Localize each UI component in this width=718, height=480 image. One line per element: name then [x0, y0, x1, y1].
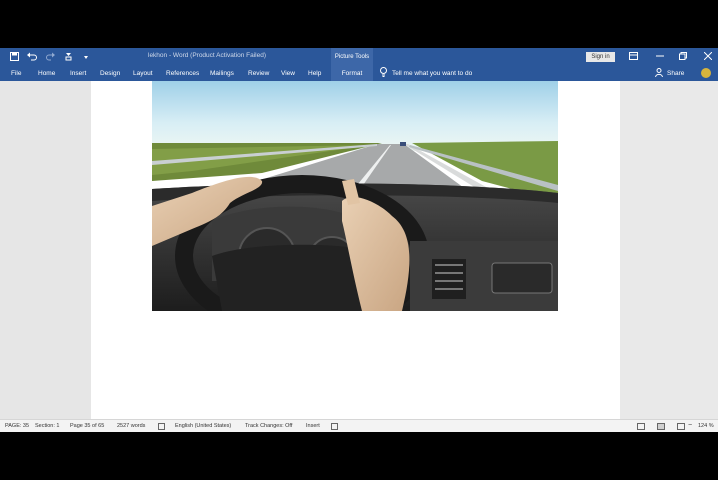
touch-mode-icon[interactable] [62, 51, 74, 62]
lightbulb-icon [380, 67, 387, 79]
save-icon[interactable] [8, 51, 20, 62]
tab-file[interactable]: File [11, 65, 21, 81]
print-layout-icon[interactable] [657, 423, 665, 430]
web-layout-icon[interactable] [677, 423, 685, 430]
tab-layout[interactable]: Layout [133, 65, 153, 81]
tab-mailings[interactable]: Mailings [210, 65, 234, 81]
zoom-out-icon[interactable]: − [688, 422, 692, 429]
picture-tools-context-label: Picture Tools [331, 48, 373, 65]
status-word-count[interactable]: 2527 words [117, 423, 145, 429]
tab-view[interactable]: View [281, 65, 295, 81]
read-mode-icon[interactable] [637, 423, 645, 430]
ribbon-tabs: File Home Insert Design Layout Reference… [0, 65, 718, 81]
tell-me-search[interactable]: Tell me what you want to do [380, 65, 472, 81]
status-mode[interactable]: Insert [306, 423, 320, 429]
status-bar: PAGE: 35 Section: 1 Page 35 of 65 2527 w… [0, 419, 718, 432]
close-icon[interactable] [703, 51, 713, 62]
tab-review[interactable]: Review [248, 65, 269, 81]
status-page[interactable]: PAGE: 35 [5, 423, 29, 429]
minimize-icon[interactable] [656, 52, 664, 62]
tab-home[interactable]: Home [38, 65, 55, 81]
redo-icon[interactable] [44, 51, 56, 62]
tab-format[interactable]: Format [331, 65, 373, 81]
ribbon-display-options-icon[interactable] [629, 52, 638, 62]
macro-recording-icon[interactable] [331, 423, 338, 430]
zoom-level[interactable]: 124 % [698, 423, 714, 429]
driving-car-photo[interactable] [152, 81, 558, 311]
document-margin-area [620, 81, 718, 419]
window-title: lekhon - Word (Product Activation Failed… [148, 52, 267, 59]
word-window: lekhon - Word (Product Activation Failed… [0, 48, 718, 432]
status-section[interactable]: Section: 1 [35, 423, 59, 429]
tab-help[interactable]: Help [308, 65, 321, 81]
title-bar: lekhon - Word (Product Activation Failed… [0, 48, 718, 65]
tab-references[interactable]: References [166, 65, 199, 81]
status-track-changes[interactable]: Track Changes: Off [245, 423, 292, 429]
tab-insert[interactable]: Insert [70, 65, 86, 81]
tab-design[interactable]: Design [100, 65, 120, 81]
status-language[interactable]: English (United States) [175, 423, 231, 429]
status-page-of[interactable]: Page 35 of 65 [70, 423, 104, 429]
share-person-icon [655, 67, 664, 79]
tell-me-label: Tell me what you want to do [392, 69, 473, 77]
sign-in-button[interactable]: Sign in [586, 52, 615, 62]
customize-icon[interactable] [80, 51, 92, 62]
undo-icon[interactable] [26, 51, 38, 62]
share-label: Share [667, 69, 685, 77]
proofing-icon[interactable] [158, 423, 165, 430]
quick-access-toolbar [8, 51, 92, 62]
share-button[interactable]: Share [655, 65, 684, 81]
restore-icon[interactable] [679, 52, 687, 62]
feedback-smiley-icon[interactable] [701, 68, 711, 78]
